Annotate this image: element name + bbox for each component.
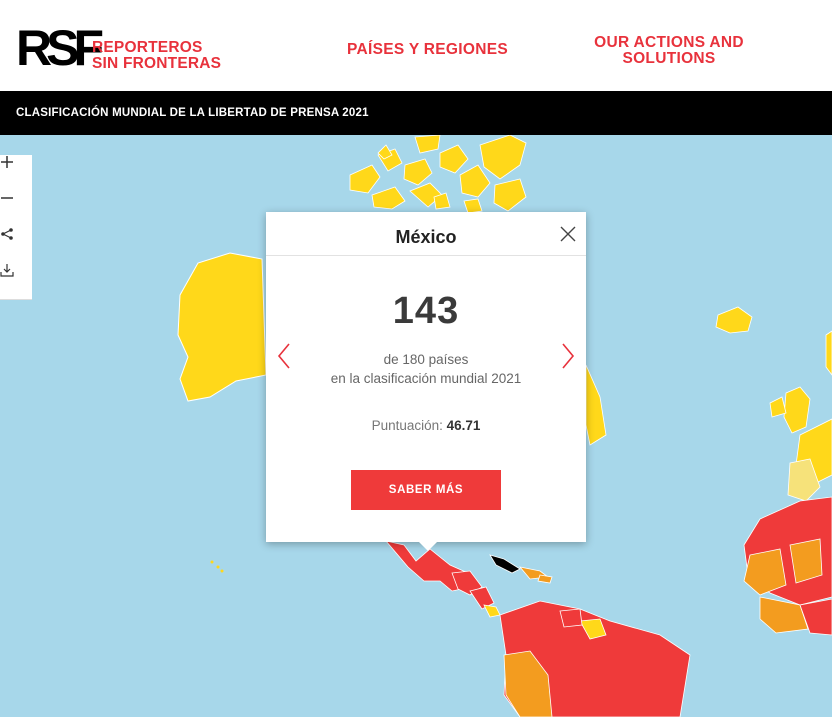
score: Puntuación: 46.71 (266, 418, 586, 433)
share-icon (1, 228, 13, 240)
popup-pointer (418, 541, 438, 551)
nav-actions-solutions[interactable]: OUR ACTIONS AND SOLUTIONS (584, 35, 754, 67)
rank-description: de 180 países en la clasificación mundia… (266, 350, 586, 388)
title-bar: CLASIFICACIÓN MUNDIAL DE LA LIBERTAD DE … (0, 91, 832, 135)
score-label: Puntuación: (371, 418, 443, 433)
popup-header: México (266, 212, 586, 256)
nav-countries-regions[interactable]: PAÍSES Y REGIONES (347, 42, 508, 58)
zoom-in-button[interactable] (0, 155, 32, 192)
page-title: CLASIFICACIÓN MUNDIAL DE LA LIBERTAD DE … (16, 107, 369, 119)
score-value: 46.71 (446, 418, 481, 433)
country-name: México (395, 227, 457, 247)
logo-line-2: SIN FRONTERAS (92, 55, 222, 72)
rsf-logo[interactable]: RSF (16, 23, 104, 73)
country-rank: 143 (392, 290, 460, 332)
logo-line-1: REPORTEROS (92, 39, 203, 56)
close-icon[interactable] (559, 225, 577, 243)
rank-description-line-1: de 180 países (383, 352, 469, 367)
zoom-out-icon (1, 197, 13, 199)
download-button[interactable] (0, 263, 32, 300)
site-header: RSF REPORTEROS SIN FRONTERAS PAÍSES Y RE… (0, 5, 832, 91)
share-button[interactable] (0, 227, 32, 264)
rank-description-line-2: en la clasificación mundial 2021 (330, 371, 522, 386)
learn-more-button[interactable]: SABER MÁS (351, 470, 501, 510)
zoom-out-button[interactable] (0, 191, 32, 228)
logo-wordmark[interactable]: REPORTEROS SIN FRONTERAS (92, 40, 221, 72)
download-icon (0, 264, 14, 277)
zoom-in-icon (1, 156, 13, 168)
country-popup: México 143 de 180 países en la clasifica… (266, 212, 586, 542)
